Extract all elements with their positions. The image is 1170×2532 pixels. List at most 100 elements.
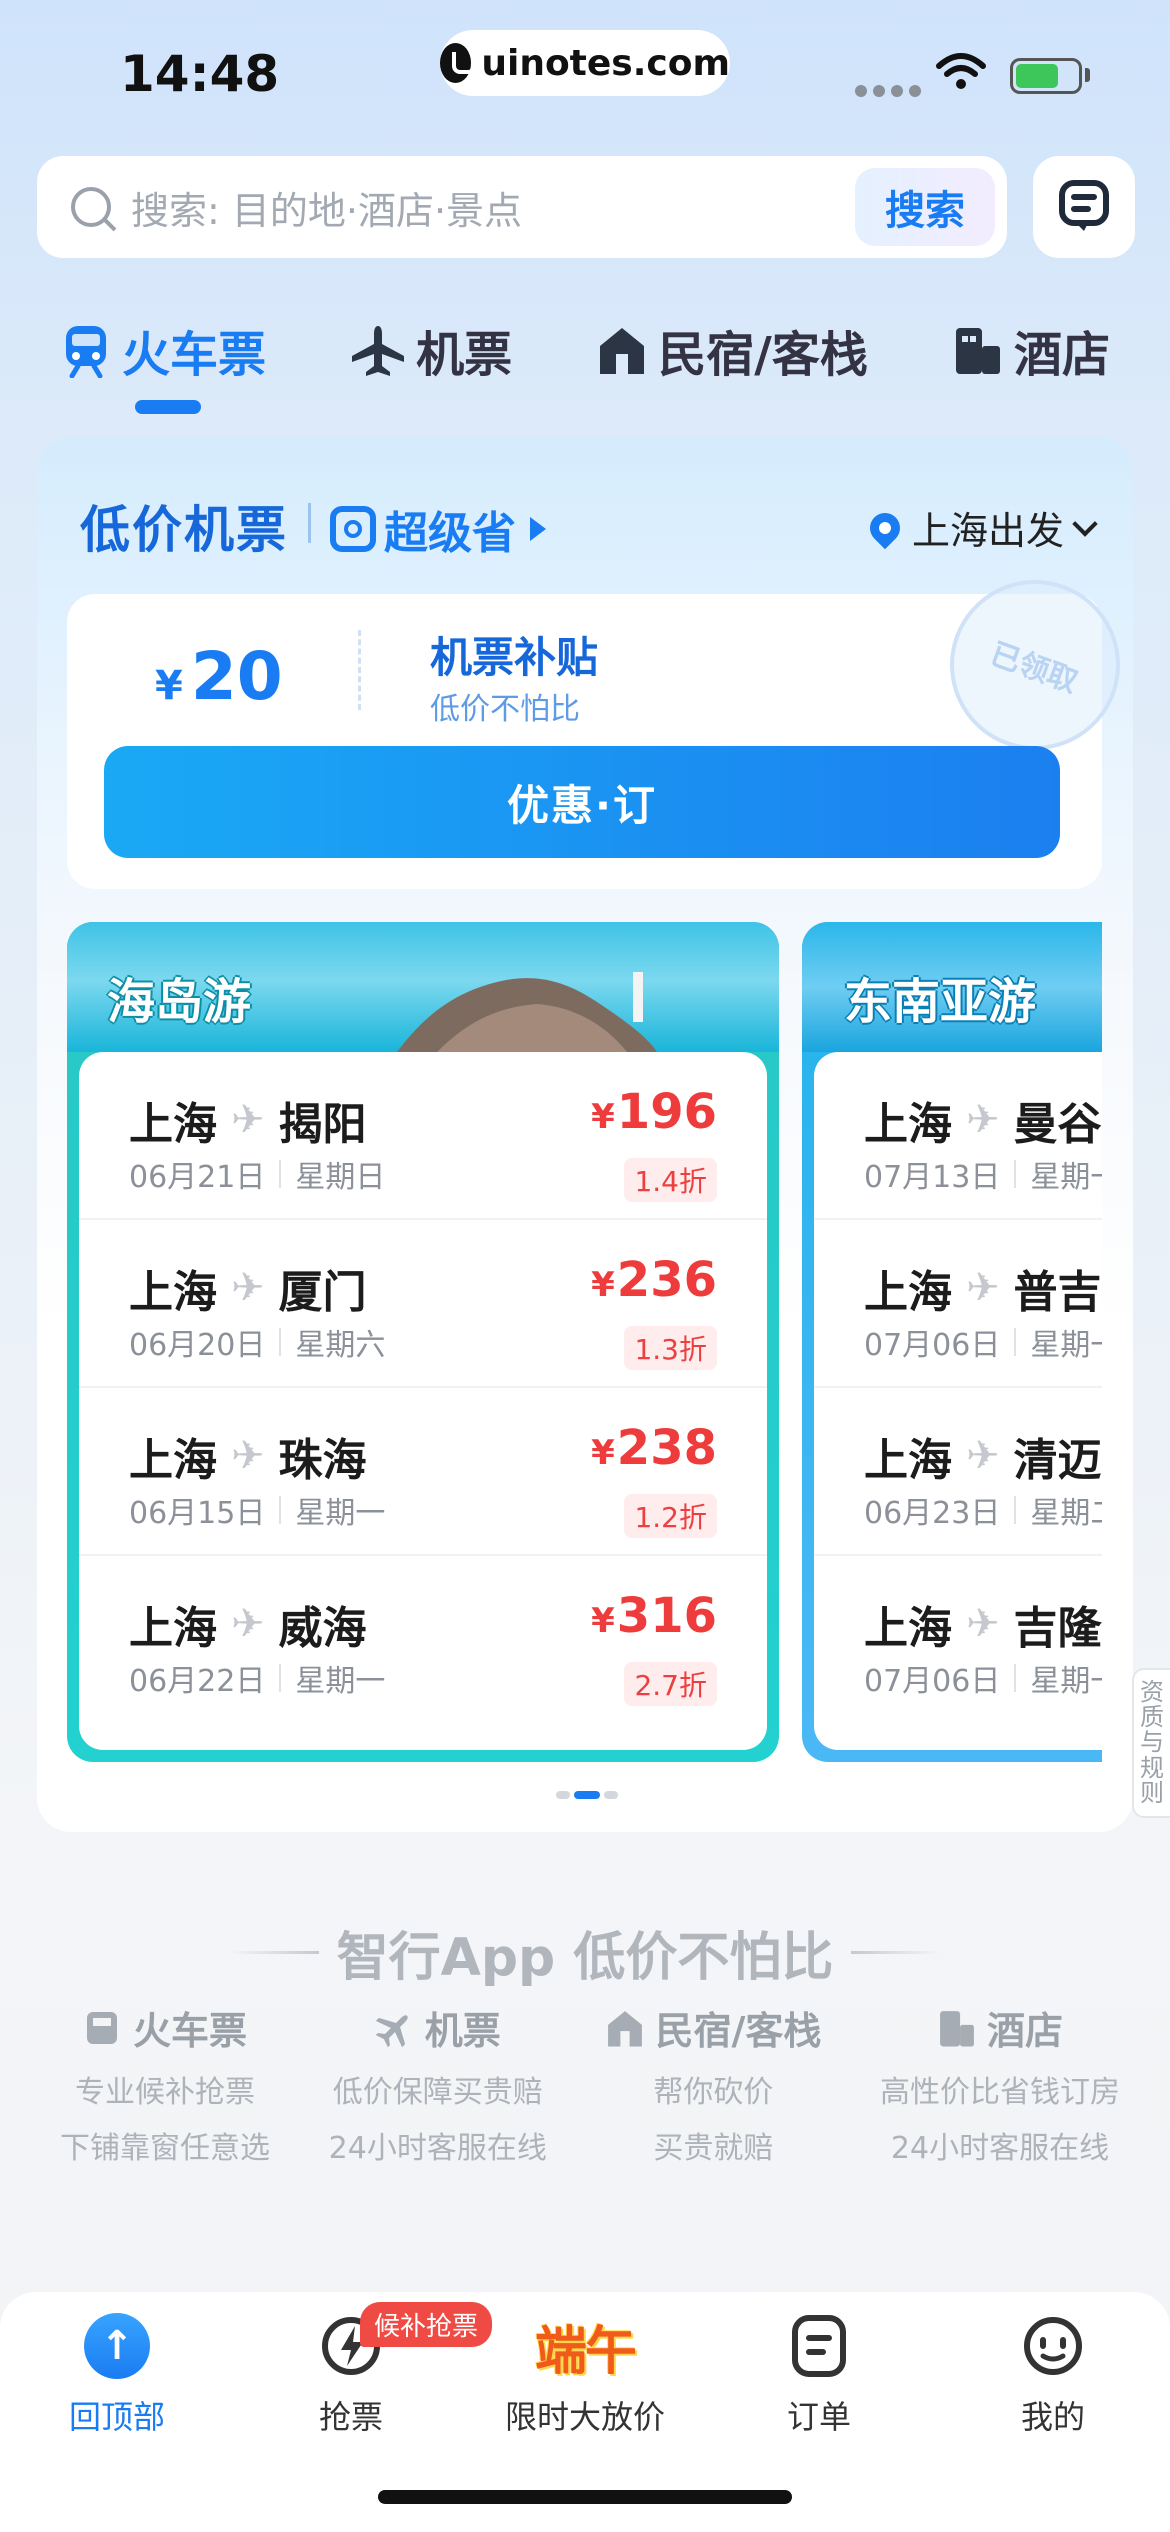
feature-line: 24小时客服在线: [328, 2131, 547, 2166]
weekday: 星期六: [295, 1328, 386, 1363]
plane-icon: ✈: [231, 1433, 265, 1479]
wifi-icon: [936, 53, 986, 89]
plane-icon: ✈: [966, 1097, 1000, 1143]
battery-tip: [1085, 68, 1090, 82]
book-discount-button[interactable]: 优惠·订: [104, 746, 1060, 858]
page-dot-active: [574, 1791, 600, 1799]
route-list: 上海 ✈ 揭阳 06月21日 星期日 ¥196 1.4折 上海 ✈ 厦门 06月20日 星期…: [79, 1052, 767, 1750]
feature-title: 民宿/客栈: [655, 2009, 822, 2053]
feature-hotel: 酒店 高性价比省钱订房 24小时客服在线: [880, 2000, 1120, 2167]
home-indicator: [378, 2490, 792, 2504]
tab-label: 民宿/客栈: [658, 327, 868, 383]
feature-train: 火车票 专业候补抢票 下铺靠窗任意选: [60, 2000, 270, 2167]
coupon-amount: ¥ 20: [155, 638, 283, 715]
super-save-badge[interactable]: 超级省: [330, 497, 546, 561]
feature-line: 24小时客服在线: [890, 2131, 1110, 2166]
coupon-title: 机票补贴: [430, 633, 599, 682]
price: ¥316: [591, 1588, 717, 1644]
feature-line: 高性价比省钱订房: [880, 2075, 1120, 2110]
date: 07月06日: [864, 1328, 1001, 1363]
search-icon: [71, 187, 111, 227]
cellular-signal-icon: [855, 85, 921, 97]
qualification-rules-tab[interactable]: 资质与规则: [1132, 1668, 1170, 1818]
tab-train[interactable]: 火车票: [60, 315, 266, 385]
destination: 威海: [278, 1603, 367, 1654]
route-row[interactable]: 上海 ✈ 清迈 06月23日星期二: [814, 1388, 1102, 1556]
origin: 上海: [129, 1099, 217, 1150]
tab-label: 火车票: [122, 327, 267, 383]
coupon-divider: [358, 630, 361, 710]
date: 06月15日: [129, 1496, 266, 1531]
weekday: 星期一: [1030, 1328, 1102, 1363]
category-tabs: 火车票 机票 民宿/客栈 酒店: [60, 310, 1110, 390]
nav-label: 订单: [786, 2398, 851, 2436]
carousel-indicator: [556, 1791, 618, 1799]
hotel-icon: [955, 328, 1000, 374]
waitlist-badge: 候补抢票: [360, 2302, 493, 2347]
nav-label: 我的: [1020, 2398, 1085, 2436]
route-row[interactable]: 上海 ✈ 揭阳 06月21日 星期日 ¥196 1.4折: [79, 1052, 767, 1220]
nav-label: 限时大放价: [504, 2398, 665, 2436]
tab-hotel[interactable]: 酒店: [952, 315, 1110, 385]
url-text: uinotes.com: [481, 42, 730, 84]
card-title: 海岛游: [107, 974, 252, 1030]
nav-orders[interactable]: 订单: [709, 2312, 929, 2438]
date: 06月22日: [129, 1664, 266, 1699]
route-row[interactable]: 上海 ✈ 厦门 06月20日 星期六 ¥236 1.3折: [79, 1220, 767, 1388]
route-row[interactable]: 上海 ✈ 珠海 06月15日 星期一 ¥238 1.2折: [79, 1388, 767, 1556]
search-bar[interactable]: 搜索: 目的地·酒店·景点 搜索: [37, 156, 1007, 258]
divider: [308, 503, 311, 543]
page-dot: [604, 1791, 618, 1799]
feature-title: 机票: [424, 2009, 501, 2053]
route-row[interactable]: 上海 ✈ 普吉 07月06日星期一: [814, 1220, 1102, 1388]
back-to-top-icon: ↑: [84, 2313, 150, 2379]
plane-icon: ✈: [966, 1433, 1000, 1479]
divider: [228, 1951, 319, 1954]
tab-label: 酒店: [1013, 327, 1110, 383]
route-card-southeast-asia[interactable]: 东南亚游 上海✈曼谷 07月13日星期一 上海✈普吉 07月06日星期一 上海✈…: [802, 922, 1102, 1762]
date: 06月23日: [864, 1496, 1001, 1531]
order-icon: [792, 2315, 846, 2377]
battery-icon: [1010, 58, 1082, 94]
weekday: 星期一: [1030, 1160, 1102, 1195]
discount-badge: 2.7折: [624, 1662, 717, 1706]
nav-profile[interactable]: 我的: [943, 2312, 1163, 2438]
plane-icon: ✈: [966, 1601, 1000, 1647]
search-button[interactable]: 搜索: [855, 168, 995, 246]
nav-back-to-top[interactable]: ↑ 回顶部: [7, 2312, 227, 2438]
route-row[interactable]: 上海 ✈ 曼谷 07月13日星期一: [814, 1052, 1102, 1220]
message-button[interactable]: [1033, 156, 1135, 258]
route-card-island[interactable]: 海岛游 上海 ✈ 揭阳 06月21日 星期日 ¥196 1.4折 上海 ✈ 厦门 06月2…: [67, 922, 779, 1762]
tab-flight[interactable]: 机票: [350, 315, 512, 385]
play-arrow-icon: [530, 517, 546, 541]
origin: 上海: [129, 1267, 217, 1318]
hotel-icon: [940, 2010, 974, 2046]
plane-icon: ✈: [966, 1265, 1000, 1311]
plane-icon: [375, 2014, 408, 2047]
feature-title: 火车票: [132, 2009, 247, 2053]
nav-flash-sale[interactable]: 端午 限时大放价: [475, 2312, 695, 2438]
card-title: 东南亚游: [844, 974, 1037, 1030]
route-row[interactable]: 上海 ✈ 吉隆 07月06日星期一: [814, 1556, 1102, 1724]
search-input[interactable]: 搜索: 目的地·酒店·景点: [131, 180, 855, 235]
route-row[interactable]: 上海 ✈ 威海 06月22日 星期一 ¥316 2.7折: [79, 1556, 767, 1724]
discount-badge: 1.2折: [624, 1494, 717, 1538]
weekday: 星期一: [295, 1496, 386, 1531]
profile-icon: [1024, 2317, 1082, 2375]
super-save-logo-icon: [330, 506, 376, 552]
destination: 珠海: [278, 1435, 367, 1486]
nav-label: 抢票: [318, 2398, 383, 2436]
status-time: 14:48: [120, 45, 280, 103]
train-icon: [66, 326, 106, 378]
feature-homestay: 民宿/客栈 帮你砍价 买贵就赔: [605, 2000, 821, 2167]
feature-title: 酒店: [986, 2009, 1063, 2053]
divider: [851, 1951, 942, 1954]
url-pill[interactable]: uinotes.com: [440, 30, 730, 96]
date: 07月06日: [864, 1664, 1001, 1699]
departure-city-selector[interactable]: 上海出发: [863, 500, 1098, 555]
date: 06月21日: [129, 1160, 266, 1195]
active-tab-indicator: [135, 400, 201, 414]
price: ¥196: [591, 1084, 717, 1140]
tab-homestay[interactable]: 民宿/客栈: [596, 315, 868, 385]
feature-line: 帮你砍价: [653, 2075, 774, 2110]
